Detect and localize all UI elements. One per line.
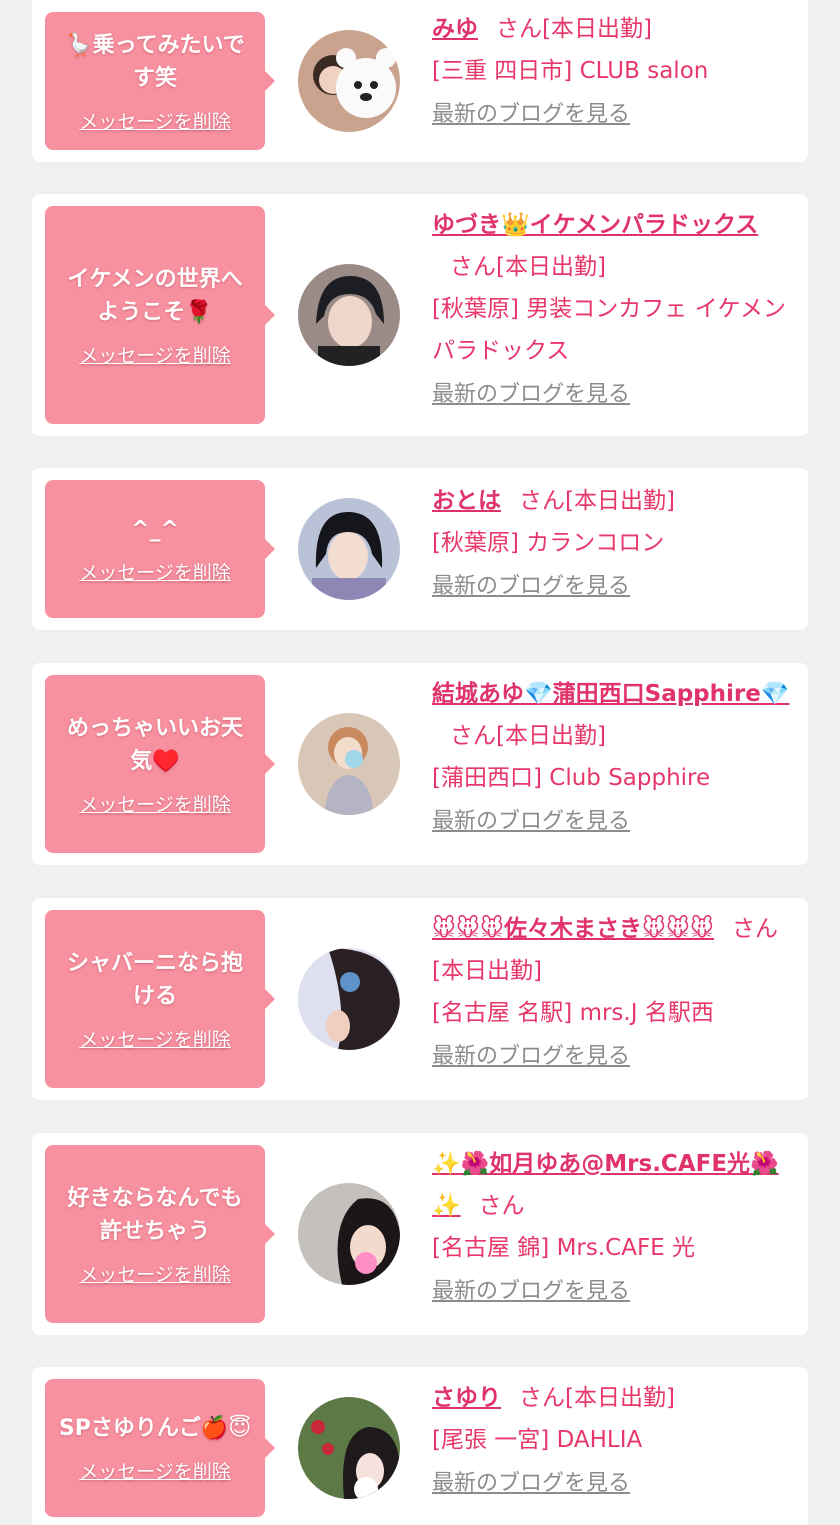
delete-message-link[interactable]: メッセージを削除 <box>79 558 231 585</box>
message-bubble: めっちゃいいお天気♥️ メッセージを削除 <box>45 675 275 853</box>
message-card: 好きならなんでも許せちゃう メッセージを削除 ✨🌺如月ゆあ@Mrs.CAFE光🌺… <box>32 1133 808 1335</box>
cast-name-line: ゆづき👑イケメンパラドックスさん[本日出勤] <box>432 204 794 288</box>
cast-info: おとは さん[本日出勤] [秋葉原] カランコロン 最新のブログを見る <box>432 480 794 604</box>
shop-location: [秋葉原] 男装コンカフェ イケメンパラドックス <box>432 296 786 364</box>
message-text: シャバーニなら抱ける <box>66 950 243 1009</box>
shop-location: [三重 四日市] CLUB salon <box>432 58 709 84</box>
cast-info: 結城あゆ💎蒲田西口Sapphire💎 さん[本日出勤] [蒲田西口] Club S… <box>432 673 794 839</box>
san-label: さん <box>478 1193 525 1219</box>
message-card: ^_^ メッセージを削除 おとは さん[本日出勤] [秋葉原] カランコロン 最新… <box>32 468 808 630</box>
cast-info: さゆり さん[本日出勤] [尾張 一宮] DAHLIA 最新のブログを見る <box>432 1377 794 1501</box>
delete-message-link[interactable]: メッセージを削除 <box>79 790 231 817</box>
message-text: めっちゃいいお天気♥️ <box>66 715 243 774</box>
cast-name-line: ✨🌺如月ゆあ@Mrs.CAFE光🌺✨ さん <box>432 1143 794 1227</box>
message-card: SPさゆりんご🍎😇 メッセージを削除 さゆり さん[本日出勤] [尾張 一宮] D… <box>32 1367 808 1525</box>
latest-blog-link[interactable]: 最新のブログを見る <box>432 98 630 132</box>
delete-message-link[interactable]: メッセージを削除 <box>79 107 231 134</box>
cast-name-line: みゆ さん[本日出勤] <box>432 8 794 50</box>
delete-message-link[interactable]: メッセージを削除 <box>79 341 231 368</box>
shop-location: [名古屋 錦] Mrs.CAFE 光 <box>432 1235 696 1261</box>
message-text: イケメンの世界へようこそ🌹 <box>67 266 243 325</box>
cast-name-link[interactable]: みゆ <box>432 16 478 42</box>
san-label: さん[本日出勤] <box>450 723 606 749</box>
cast-name-link[interactable]: 🐭🐭🐭佐々木まさき🐭🐭🐭 <box>432 916 714 942</box>
message-text: ^_^ <box>131 517 179 542</box>
latest-blog-link[interactable]: 最新のブログを見る <box>432 1467 630 1501</box>
message-bubble: イケメンの世界へようこそ🌹 メッセージを削除 <box>45 206 275 424</box>
latest-blog-link[interactable]: 最新のブログを見る <box>432 1040 630 1074</box>
avatar[interactable] <box>298 30 400 132</box>
cast-info: 🐭🐭🐭佐々木まさき🐭🐭🐭 さん[本日出勤] [名古屋 名駅] mrs.J 名駅西 … <box>432 908 794 1074</box>
cast-name-line: 🐭🐭🐭佐々木まさき🐭🐭🐭 さん[本日出勤] <box>432 908 794 992</box>
delete-message-link[interactable]: メッセージを削除 <box>79 1457 231 1484</box>
avatar[interactable] <box>298 1397 400 1499</box>
message-bubble: 🪿乗ってみたいです笑 メッセージを削除 <box>45 12 275 150</box>
san-label: さん[本日出勤] <box>450 254 606 280</box>
san-label: さん[本日出勤] <box>519 488 675 514</box>
avatar[interactable] <box>298 948 400 1050</box>
cast-name-line: おとは さん[本日出勤] <box>432 480 794 522</box>
cast-name-link[interactable]: ゆづき👑イケメンパラドックス <box>432 212 758 238</box>
latest-blog-link[interactable]: 最新のブログを見る <box>432 805 630 839</box>
cast-info: みゆ さん[本日出勤] [三重 四日市] CLUB salon 最新のブログを見る <box>432 8 794 132</box>
cast-name-link[interactable]: おとは <box>432 488 501 514</box>
cast-info: ゆづき👑イケメンパラドックスさん[本日出勤] [秋葉原] 男装コンカフェ イケメ… <box>432 204 794 412</box>
shop-location: [蒲田西口] Club Sapphire <box>432 765 711 791</box>
message-bubble: ^_^ メッセージを削除 <box>45 480 275 618</box>
delete-message-link[interactable]: メッセージを削除 <box>79 1025 231 1052</box>
message-card: めっちゃいいお天気♥️ メッセージを削除 結城あゆ💎蒲田西口Sapphire💎 さ… <box>32 663 808 865</box>
cast-name-link[interactable]: さゆり <box>432 1385 501 1411</box>
latest-blog-link[interactable]: 最新のブログを見る <box>432 378 630 412</box>
latest-blog-link[interactable]: 最新のブログを見る <box>432 1275 630 1309</box>
latest-blog-link[interactable]: 最新のブログを見る <box>432 570 630 604</box>
message-text: SPさゆりんご🍎😇 <box>58 1416 252 1441</box>
message-card: イケメンの世界へようこそ🌹 メッセージを削除 ゆづき👑イケメンパラドックスさん[… <box>32 194 808 436</box>
san-label: さん[本日出勤] <box>519 1385 675 1411</box>
avatar[interactable] <box>298 1183 400 1285</box>
cast-name-line: さゆり さん[本日出勤] <box>432 1377 794 1419</box>
message-bubble: SPさゆりんご🍎😇 メッセージを削除 <box>45 1379 275 1517</box>
cast-name-link[interactable]: 結城あゆ💎蒲田西口Sapphire💎 <box>432 681 790 707</box>
delete-message-link[interactable]: メッセージを削除 <box>79 1260 231 1287</box>
message-text: 🪿乗ってみたいです笑 <box>65 32 245 91</box>
avatar[interactable] <box>298 498 400 600</box>
message-text: 好きならなんでも許せちゃう <box>67 1185 243 1244</box>
message-bubble: シャバーニなら抱ける メッセージを削除 <box>45 910 275 1088</box>
avatar[interactable] <box>298 264 400 366</box>
cast-name-line: 結城あゆ💎蒲田西口Sapphire💎 さん[本日出勤] <box>432 673 794 757</box>
message-card: 🪿乗ってみたいです笑 メッセージを削除 みゆ さん[本日出勤] [三重 四日市] … <box>32 0 808 162</box>
shop-location: [名古屋 名駅] mrs.J 名駅西 <box>432 1000 714 1026</box>
message-bubble: 好きならなんでも許せちゃう メッセージを削除 <box>45 1145 275 1323</box>
message-card: シャバーニなら抱ける メッセージを削除 🐭🐭🐭佐々木まさき🐭🐭🐭 さん[本日出勤]… <box>32 898 808 1100</box>
cast-info: ✨🌺如月ゆあ@Mrs.CAFE光🌺✨ さん [名古屋 錦] Mrs.CAFE 光 … <box>432 1143 794 1309</box>
shop-location: [秋葉原] カランコロン <box>432 530 665 556</box>
shop-location: [尾張 一宮] DAHLIA <box>432 1427 643 1453</box>
avatar[interactable] <box>298 713 400 815</box>
san-label: さん[本日出勤] <box>496 16 652 42</box>
